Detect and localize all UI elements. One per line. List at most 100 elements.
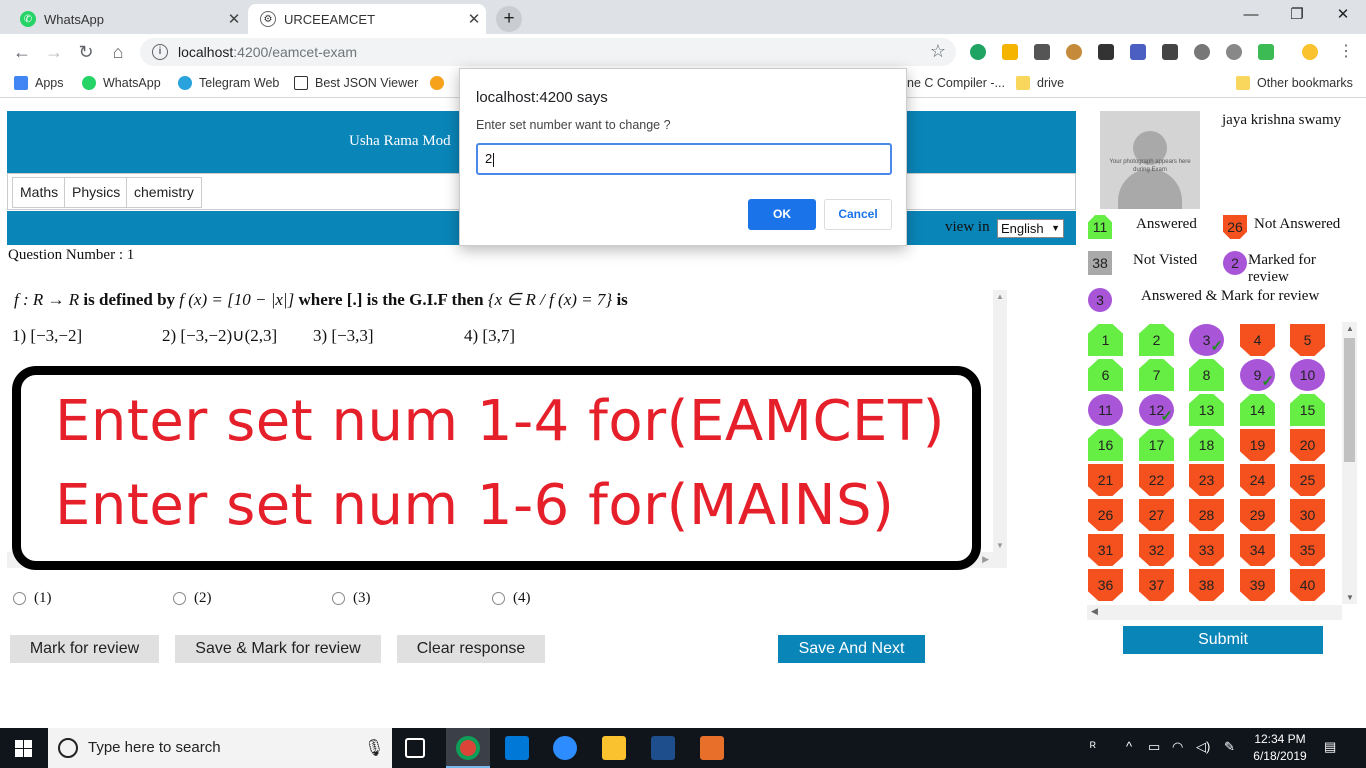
question-palette-item-3[interactable]: 3 ✓	[1189, 324, 1224, 356]
windows-start-icon[interactable]	[15, 740, 32, 757]
question-palette-item-16[interactable]: 16	[1088, 429, 1123, 461]
extension-icon[interactable]	[1130, 44, 1146, 60]
scroll-thumb[interactable]	[1344, 338, 1355, 462]
question-palette-item-13[interactable]: 13	[1189, 394, 1224, 426]
question-palette-item-22[interactable]: 22	[1139, 464, 1174, 496]
ok-button[interactable]: OK	[748, 199, 816, 230]
pen-icon[interactable]: ✎	[1224, 739, 1235, 755]
home-icon[interactable]: ⌂	[106, 40, 130, 64]
question-palette-item-26[interactable]: 26	[1088, 499, 1123, 531]
question-palette-item-4[interactable]: 4	[1240, 324, 1275, 356]
bookmark-compiler[interactable]: ne C Compiler -...	[907, 76, 1005, 90]
reload-icon[interactable]: ↻	[74, 40, 98, 64]
chrome-icon[interactable]	[456, 736, 480, 760]
question-palette-item-25[interactable]: 25	[1290, 464, 1325, 496]
question-palette-item-6[interactable]: 6	[1088, 359, 1123, 391]
close-tab-icon[interactable]: ✕	[462, 10, 486, 28]
question-palette-item-37[interactable]: 37	[1139, 569, 1174, 601]
question-palette-item-21[interactable]: 21	[1088, 464, 1123, 496]
wifi-icon[interactable]: ◠	[1172, 739, 1183, 755]
answer-radio-4[interactable]: (4)	[492, 590, 531, 607]
radio-circle[interactable]	[332, 592, 345, 605]
question-palette-item-11[interactable]: 11	[1088, 394, 1123, 426]
cancel-button[interactable]: Cancel	[824, 199, 892, 230]
answer-radio-2[interactable]: (2)	[173, 590, 212, 607]
extension-icon[interactable]	[1002, 44, 1018, 60]
tab-urceeamcet[interactable]: ⚙ URCEEAMCET ✕	[248, 4, 486, 34]
clear-response-button[interactable]: Clear response	[397, 635, 545, 663]
microphone-icon[interactable]: 🎙	[364, 738, 384, 758]
save-and-mark-button[interactable]: Save & Mark for review	[175, 635, 381, 663]
extension-icon[interactable]	[1162, 44, 1178, 60]
bookmark-whatsapp[interactable]: WhatsApp	[82, 76, 161, 90]
profile-avatar[interactable]	[1302, 44, 1318, 60]
palette-horizontal-scrollbar[interactable]: ◀	[1087, 605, 1342, 620]
vscode-icon[interactable]	[505, 736, 529, 760]
question-scrollbar[interactable]: ▲ ▼	[993, 290, 1007, 552]
scroll-down-arrow-icon[interactable]: ▼	[1346, 593, 1354, 602]
extension-icon[interactable]	[1226, 44, 1242, 60]
notifications-icon[interactable]: ▤	[1324, 739, 1336, 755]
scroll-right-arrow-icon[interactable]: ▶	[982, 554, 989, 565]
question-palette-item-32[interactable]: 32	[1139, 534, 1174, 566]
question-palette-item-36[interactable]: 36	[1088, 569, 1123, 601]
question-palette-item-18[interactable]: 18	[1189, 429, 1224, 461]
question-palette-item-15[interactable]: 15	[1290, 394, 1325, 426]
cookie-icon[interactable]	[1066, 44, 1082, 60]
powershell-icon[interactable]	[651, 736, 675, 760]
file-explorer-icon[interactable]	[602, 736, 626, 760]
question-palette-item-17[interactable]: 17	[1139, 429, 1174, 461]
extension-icon[interactable]	[1194, 44, 1210, 60]
question-palette-item-35[interactable]: 35	[1290, 534, 1325, 566]
bookmark-json-viewer[interactable]: Best JSON Viewer	[294, 76, 418, 90]
save-and-next-button[interactable]: Save And Next	[778, 635, 925, 663]
bookmark-star-icon[interactable]: ☆	[930, 41, 946, 62]
question-palette-item-14[interactable]: 14	[1240, 394, 1275, 426]
question-palette-item-34[interactable]: 34	[1240, 534, 1275, 566]
question-palette-item-30[interactable]: 30	[1290, 499, 1325, 531]
close-window-button[interactable]: ✕	[1320, 0, 1366, 30]
bookmark-extra[interactable]	[430, 76, 451, 90]
question-palette-item-33[interactable]: 33	[1189, 534, 1224, 566]
back-icon[interactable]: ←	[10, 40, 34, 64]
tray-expand-icon[interactable]: ^	[1126, 739, 1132, 754]
question-palette-item-2[interactable]: 2	[1139, 324, 1174, 356]
info-icon[interactable]: i	[152, 44, 168, 60]
question-palette-item-7[interactable]: 7	[1139, 359, 1174, 391]
scroll-up-arrow-icon[interactable]: ▲	[996, 292, 1004, 301]
palette-scrollbar[interactable]: ▲ ▼	[1342, 322, 1357, 604]
tab-whatsapp[interactable]: ✆ WhatsApp ✕	[8, 4, 246, 34]
address-bar[interactable]: i localhost:4200/eamcet-exam ☆	[140, 38, 956, 66]
taskbar-clock[interactable]: 12:34 PM 6/18/2019	[1250, 731, 1310, 765]
radio-circle[interactable]	[173, 592, 186, 605]
bookmark-apps[interactable]: Apps	[14, 76, 64, 90]
scroll-left-arrow-icon[interactable]: ◀	[1091, 606, 1098, 617]
question-palette-item-31[interactable]: 31	[1088, 534, 1123, 566]
question-palette-item-38[interactable]: 38	[1189, 569, 1224, 601]
shield-icon[interactable]	[1258, 44, 1274, 60]
submit-button[interactable]: Submit	[1123, 626, 1323, 654]
new-tab-button[interactable]: +	[496, 6, 522, 32]
people-icon[interactable]: ᴿ	[1090, 739, 1096, 754]
scroll-down-arrow-icon[interactable]: ▼	[996, 541, 1004, 550]
question-palette-item-9[interactable]: 9 ✓	[1240, 359, 1275, 391]
close-tab-icon[interactable]: ✕	[222, 10, 246, 28]
question-palette-item-27[interactable]: 27	[1139, 499, 1174, 531]
radio-circle[interactable]	[13, 592, 26, 605]
zoom-icon[interactable]	[553, 736, 577, 760]
volume-icon[interactable]: ◁)	[1196, 739, 1210, 755]
forward-icon[interactable]: →	[42, 40, 66, 64]
answer-radio-3[interactable]: (3)	[332, 590, 371, 607]
bookmark-drive[interactable]: drive	[1016, 76, 1064, 90]
question-palette-item-29[interactable]: 29	[1240, 499, 1275, 531]
task-view-icon[interactable]	[405, 738, 425, 758]
bookmark-telegram[interactable]: Telegram Web	[178, 76, 279, 90]
mark-for-review-button[interactable]: Mark for review	[10, 635, 159, 663]
question-palette-item-19[interactable]: 19	[1240, 429, 1275, 461]
maximize-button[interactable]: ❐	[1274, 0, 1320, 30]
question-palette-item-28[interactable]: 28	[1189, 499, 1224, 531]
taskbar-search[interactable]: Type here to search 🎙	[48, 728, 392, 768]
question-palette-item-24[interactable]: 24	[1240, 464, 1275, 496]
minimize-button[interactable]: —	[1228, 0, 1274, 30]
question-palette-item-23[interactable]: 23	[1189, 464, 1224, 496]
